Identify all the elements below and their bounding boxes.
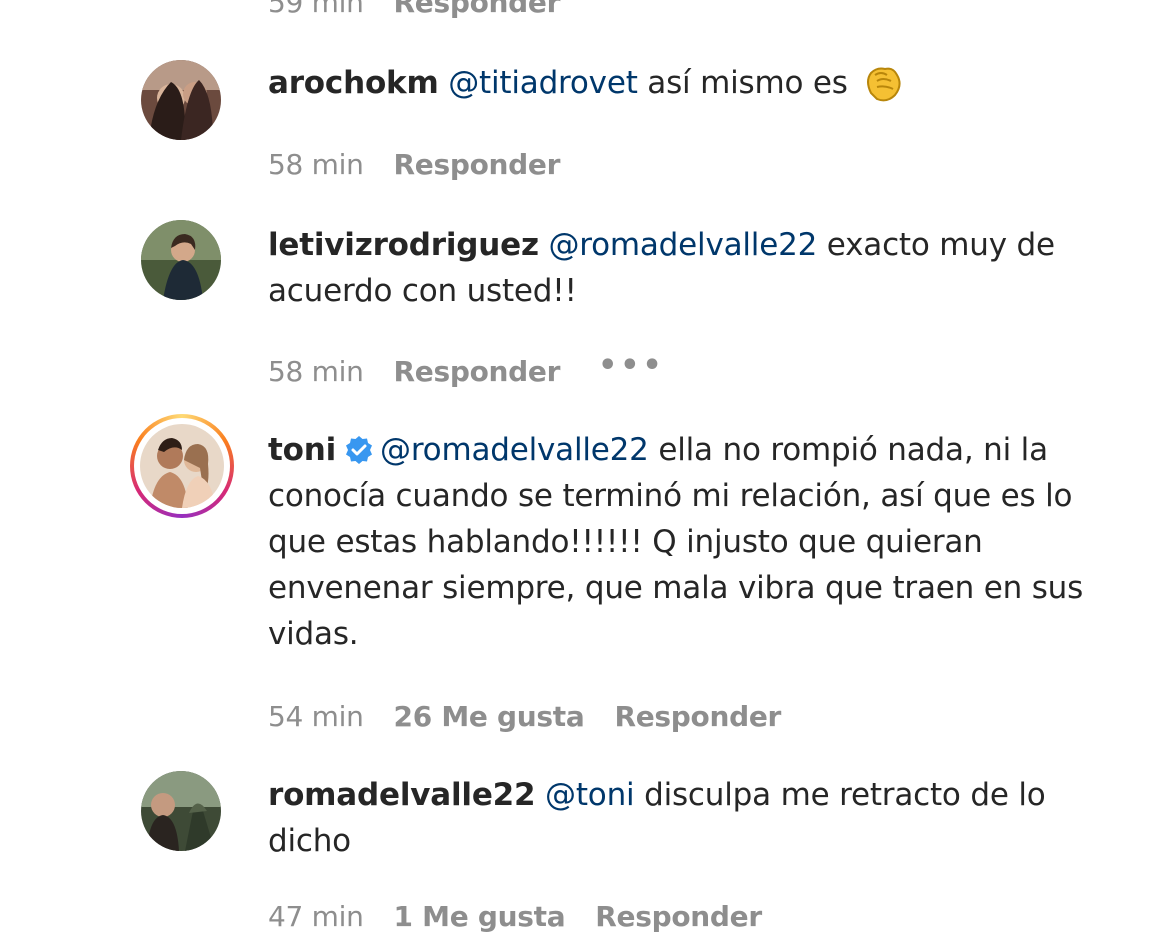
clapping-hands-icon (861, 63, 905, 103)
comment-username[interactable]: toni (268, 432, 336, 468)
reply-button[interactable]: Responder (595, 900, 762, 933)
likes-count-button[interactable]: 1 Me gusta (394, 900, 566, 933)
avatar[interactable] (141, 771, 221, 851)
comment-username[interactable]: arochokm (268, 65, 439, 101)
avatar[interactable] (141, 220, 221, 300)
comment-text: letivizrodriguez @romadelvalle22 exacto … (268, 222, 1118, 314)
comment-time: 47 min (268, 900, 364, 933)
reply-button[interactable]: Responder (394, 148, 561, 181)
comment-mention[interactable]: @titiadrovet (448, 65, 638, 101)
comment-meta-row: 58 min Responder (268, 148, 560, 181)
likes-count-button[interactable]: 26 Me gusta (394, 700, 585, 733)
more-options-icon[interactable]: ••• (598, 350, 665, 381)
comment-text: toni @romadelvalle22 ella no rompió nada… (268, 427, 1118, 657)
verified-badge-icon (344, 432, 374, 464)
comment-body: así mismo es (637, 65, 848, 101)
comment-time: 59 min (268, 0, 364, 19)
comment-time: 58 min (268, 148, 364, 181)
avatar[interactable] (141, 60, 221, 140)
comment-username[interactable]: letivizrodriguez (268, 227, 539, 263)
comment-mention[interactable]: @romadelvalle22 (380, 432, 649, 468)
comment-text: romadelvalle22 @toni disculpa me retract… (268, 772, 1118, 864)
reply-button[interactable]: Responder (614, 700, 781, 733)
comment-time: 58 min (268, 355, 364, 388)
comment-meta-row: 54 min 26 Me gusta Responder (268, 700, 781, 733)
comment-username[interactable]: romadelvalle22 (268, 777, 536, 813)
comment-time: 54 min (268, 700, 364, 733)
reply-button[interactable]: Responder (394, 355, 561, 388)
avatar-story-ring[interactable] (130, 414, 234, 518)
reply-button[interactable]: Responder (394, 0, 561, 19)
comment-mention[interactable]: @romadelvalle22 (548, 227, 817, 263)
comment-meta-row: 58 min Responder ••• (268, 350, 665, 388)
comment-meta-row: 59 min Responder (268, 0, 560, 19)
comment-text: arochokm @titiadrovet así mismo es (268, 60, 1118, 106)
avatar (140, 424, 224, 508)
comment-meta-row: 47 min 1 Me gusta Responder (268, 900, 762, 933)
comment-mention[interactable]: @toni (545, 777, 635, 813)
